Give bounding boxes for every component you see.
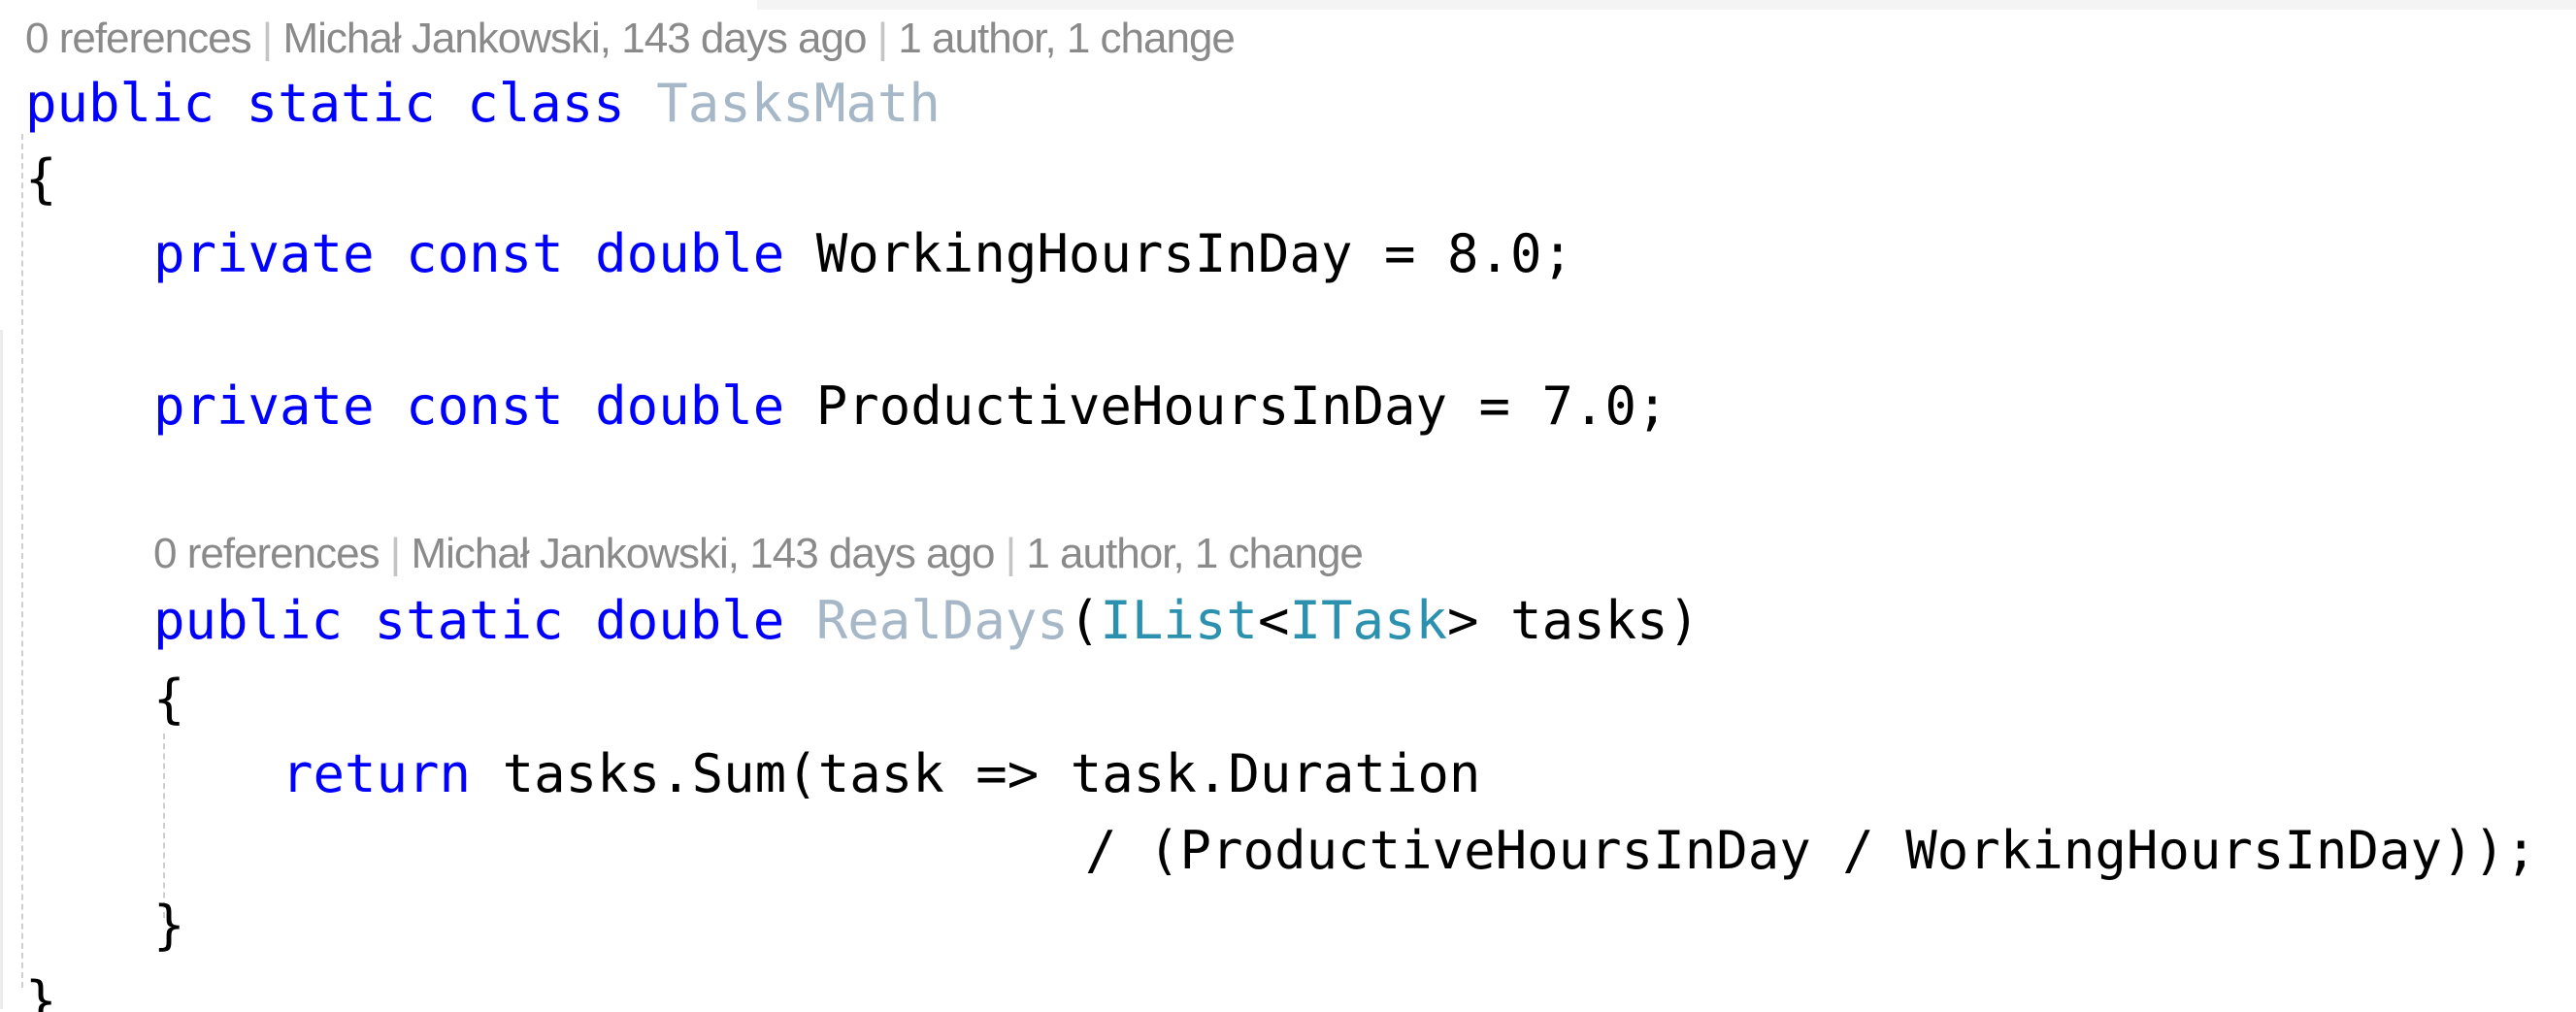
- type-ilist[interactable]: IList: [1100, 590, 1258, 651]
- codelens-method: 0 references | Michał Jankowski, 143 day…: [153, 530, 1364, 578]
- code-line-class-declaration[interactable]: public static class TasksMath: [25, 73, 941, 135]
- keyword-static: static: [374, 590, 564, 651]
- continuation-expression: / (ProductiveHoursInDay / WorkingHoursIn…: [1085, 820, 2537, 881]
- brace: }: [25, 970, 57, 1012]
- keyword-private: private: [153, 223, 375, 284]
- const-declaration-text: WorkingHoursInDay = 8.0;: [815, 223, 1574, 284]
- code-line-method-open-brace[interactable]: {: [153, 669, 185, 731]
- brace: {: [25, 148, 57, 210]
- code-line-productive-hours-const[interactable]: private const double ProductiveHoursInDa…: [153, 375, 1668, 438]
- codelens-changes-link[interactable]: 1 author, 1 change: [898, 15, 1236, 62]
- return-expression: tasks.Sum(task => task.Duration: [502, 743, 1481, 804]
- codelens-separator: |: [379, 530, 412, 577]
- method-name[interactable]: RealDays: [816, 590, 1069, 651]
- const-declaration-text: ProductiveHoursInDay = 7.0;: [815, 375, 1668, 437]
- keyword-private: private: [153, 375, 375, 437]
- code-line-return[interactable]: return tasks.Sum(task => task.Duration: [281, 743, 1480, 805]
- code-line-open-brace[interactable]: {: [25, 148, 57, 211]
- generic-open: <: [1257, 590, 1290, 651]
- codelens-separator: |: [866, 15, 899, 62]
- code-line-working-hours-const[interactable]: private const double WorkingHoursInDay =…: [153, 223, 1573, 285]
- code-line-method-close-brace[interactable]: }: [153, 895, 185, 957]
- keyword-static: static: [246, 73, 436, 134]
- keyword-return: return: [281, 743, 472, 804]
- editor-top-strip: [0, 0, 2576, 10]
- param-tail: > tasks): [1447, 590, 1701, 651]
- indent-guide-class: [21, 134, 23, 988]
- keyword-const: const: [406, 223, 564, 284]
- codelens-separator: |: [994, 530, 1027, 577]
- codelens-class: 0 references | Michał Jankowski, 143 day…: [25, 15, 1236, 63]
- type-itask[interactable]: ITask: [1289, 590, 1447, 651]
- code-line-method-declaration[interactable]: public static double RealDays(IList<ITas…: [153, 590, 1700, 652]
- keyword-public: public: [153, 590, 344, 651]
- brace: {: [153, 669, 185, 730]
- editor-left-rule: [0, 330, 3, 1009]
- keyword-public: public: [25, 73, 215, 134]
- keyword-const: const: [406, 375, 564, 437]
- brace: }: [153, 895, 185, 956]
- codelens-author-link[interactable]: Michał Jankowski, 143 days ago: [282, 15, 867, 62]
- keyword-double: double: [595, 590, 785, 651]
- code-editor[interactable]: 0 references | Michał Jankowski, 143 day…: [0, 0, 2576, 1012]
- codelens-separator: |: [250, 15, 283, 62]
- codelens-references-link[interactable]: 0 references: [25, 15, 252, 62]
- keyword-double: double: [595, 223, 785, 284]
- codelens-author-link[interactable]: Michał Jankowski, 143 days ago: [411, 530, 995, 577]
- code-line-continuation[interactable]: / (ProductiveHoursInDay / WorkingHoursIn…: [1085, 820, 2537, 882]
- code-line-close-brace[interactable]: }: [25, 970, 57, 1012]
- codelens-references-link[interactable]: 0 references: [153, 530, 380, 577]
- indent-guide-method: [163, 734, 165, 918]
- codelens-changes-link[interactable]: 1 author, 1 change: [1026, 530, 1364, 577]
- keyword-double: double: [595, 375, 785, 437]
- class-name[interactable]: TasksMath: [656, 73, 941, 134]
- paren-open: (: [1068, 590, 1101, 651]
- keyword-class: class: [467, 73, 625, 134]
